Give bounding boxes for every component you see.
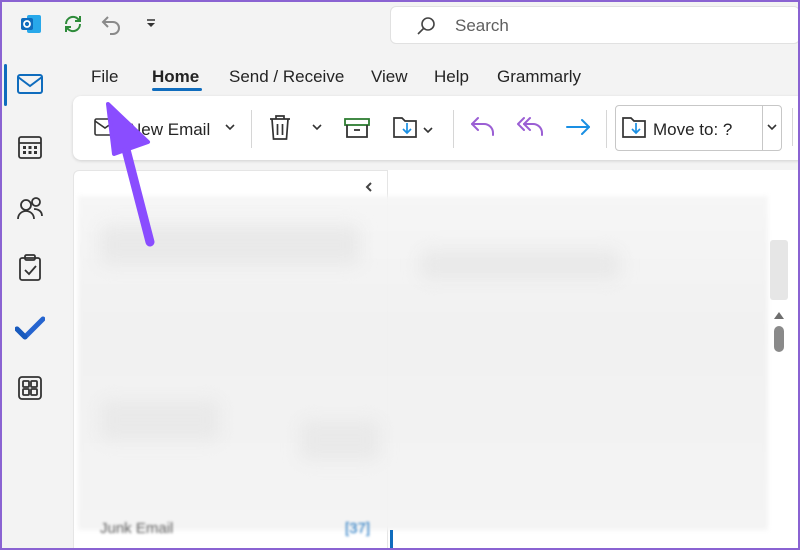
tab-send-receive[interactable]: Send / Receive bbox=[229, 67, 344, 87]
forward-icon bbox=[564, 116, 592, 143]
move-to-label: Move to: ? bbox=[653, 119, 733, 139]
tab-home[interactable]: Home bbox=[152, 67, 199, 87]
people-icon[interactable] bbox=[14, 192, 46, 224]
ribbon-separator bbox=[792, 108, 793, 146]
new-email-dropdown[interactable] bbox=[224, 122, 236, 132]
blurred-region bbox=[420, 250, 620, 280]
search-placeholder: Search bbox=[455, 16, 509, 35]
forward-button[interactable] bbox=[564, 116, 592, 143]
calendar-icon[interactable] bbox=[14, 131, 46, 163]
sync-icon[interactable] bbox=[60, 11, 86, 37]
active-indicator bbox=[4, 64, 7, 106]
junk-email-count: [37] bbox=[345, 520, 371, 537]
tab-grammarly[interactable]: Grammarly bbox=[497, 67, 581, 87]
folder-junk-email[interactable]: Junk Email bbox=[100, 520, 173, 537]
archive-icon bbox=[343, 116, 371, 145]
delete-dropdown[interactable] bbox=[311, 122, 323, 132]
outlook-logo-icon bbox=[18, 11, 44, 37]
reply-button[interactable] bbox=[469, 114, 497, 145]
blurred-region bbox=[100, 400, 220, 440]
reply-icon bbox=[469, 114, 497, 145]
search-icon bbox=[415, 16, 437, 43]
customize-qat-icon[interactable] bbox=[138, 11, 164, 37]
move-to-quickstep-content: Move to: ? bbox=[621, 114, 732, 145]
reply-all-button[interactable] bbox=[515, 114, 547, 145]
move-folder-icon bbox=[392, 114, 420, 145]
reply-all-icon bbox=[515, 114, 547, 145]
todo-icon[interactable] bbox=[14, 312, 46, 344]
apps-icon[interactable] bbox=[14, 372, 46, 404]
tab-view[interactable]: View bbox=[371, 67, 408, 87]
undo-icon[interactable] bbox=[98, 11, 124, 37]
title-bar: Search bbox=[0, 0, 800, 50]
search-box[interactable]: Search bbox=[390, 6, 800, 44]
scrollbar-track[interactable] bbox=[770, 240, 788, 300]
quickstep-divider bbox=[762, 106, 763, 150]
trash-icon bbox=[268, 114, 292, 147]
tab-file[interactable]: File bbox=[91, 67, 118, 87]
quickstep-dropdown[interactable] bbox=[766, 122, 778, 132]
ribbon-separator bbox=[251, 110, 252, 148]
nav-rail bbox=[0, 50, 60, 550]
ribbon-separator bbox=[606, 110, 607, 148]
selection-accent bbox=[390, 530, 393, 550]
move-button[interactable] bbox=[392, 114, 434, 145]
annotation-arrow-icon bbox=[90, 90, 170, 255]
tab-help[interactable]: Help bbox=[434, 67, 469, 87]
delete-button[interactable] bbox=[268, 114, 292, 147]
tasks-icon[interactable] bbox=[14, 252, 46, 284]
scroll-up-arrow-icon[interactable] bbox=[772, 308, 786, 326]
mail-icon[interactable] bbox=[14, 68, 46, 100]
move-to-folder-icon bbox=[621, 114, 649, 145]
archive-button[interactable] bbox=[343, 116, 371, 145]
blurred-region bbox=[300, 420, 380, 460]
ribbon-separator bbox=[453, 110, 454, 148]
scrollbar-thumb[interactable] bbox=[774, 326, 784, 352]
